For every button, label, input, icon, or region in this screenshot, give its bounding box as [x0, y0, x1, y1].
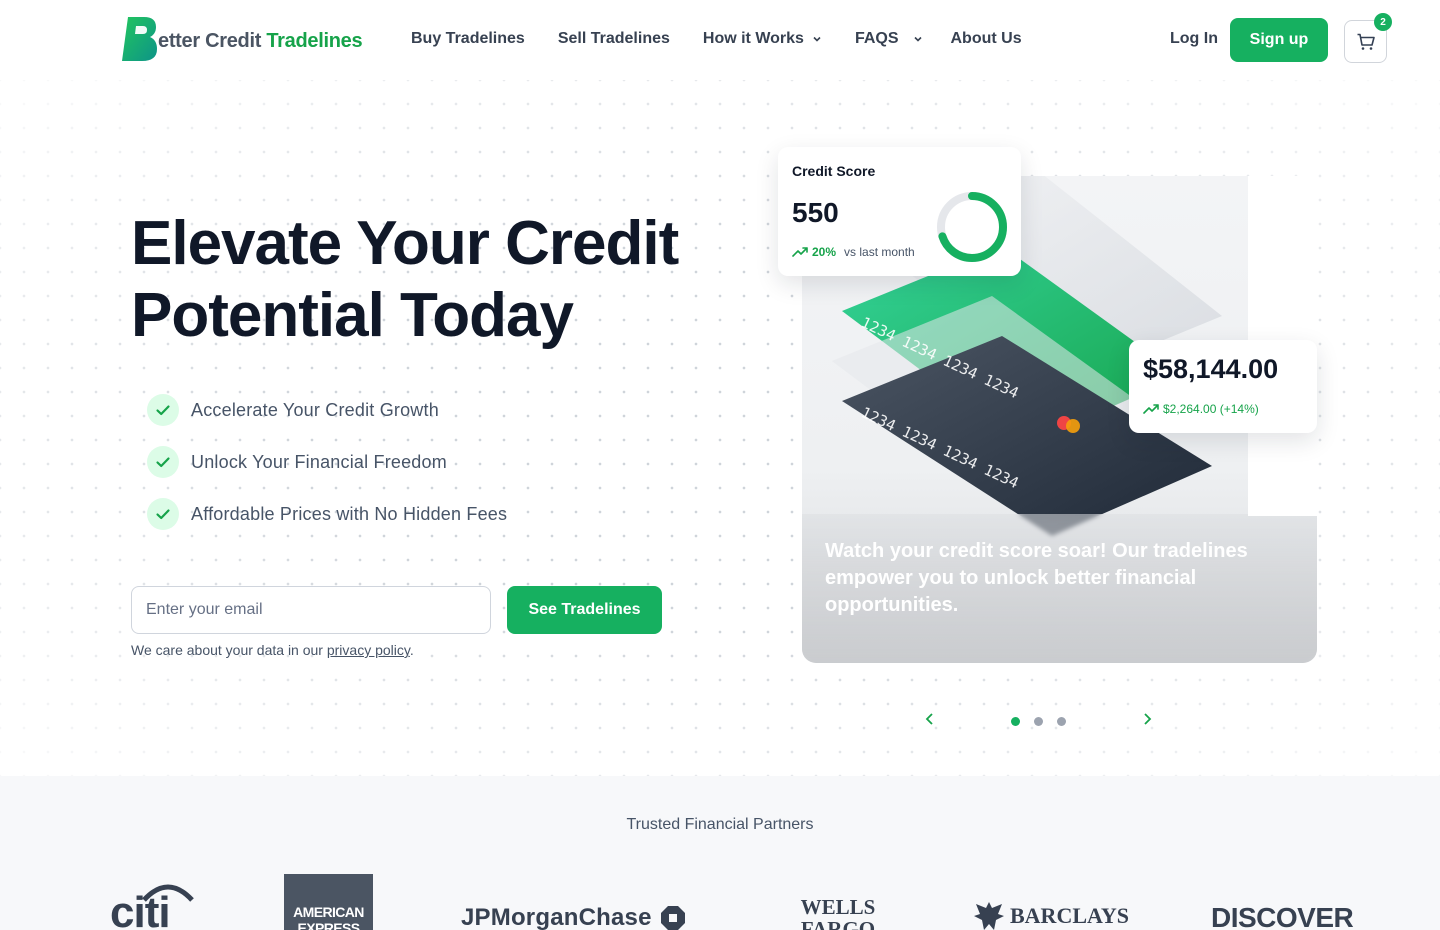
partner-logo-amex: AMERICAN EXPRESS	[284, 874, 373, 930]
nav-link-about-us[interactable]: About Us	[951, 30, 1022, 48]
balance-value: $58,144.00	[1143, 354, 1279, 384]
privacy-note: We care about your data in our privacy p…	[131, 642, 414, 658]
carousel-prev-button[interactable]	[922, 710, 938, 731]
check-icon	[147, 498, 179, 530]
credit-score-title: Credit Score	[792, 163, 876, 179]
carousel-dots	[1011, 717, 1066, 726]
nav-link-buy-tradelines[interactable]: Buy Tradelines	[411, 30, 525, 48]
feature-item: Affordable Prices with No Hidden Fees	[147, 498, 507, 530]
credit-score-trend: 20% vs last month	[792, 245, 915, 259]
credit-score-value: 550	[792, 197, 839, 228]
partner-logo-wells-fargo: WELLS FARGO	[800, 895, 876, 930]
cart-button[interactable]: 2	[1344, 13, 1392, 63]
shopping-cart-icon	[1357, 33, 1375, 50]
carousel-dot[interactable]	[1011, 717, 1020, 726]
credit-score-ring	[937, 192, 1007, 262]
partner-logo-discover: DISCOVER	[1211, 902, 1354, 930]
brand-logo-icon	[122, 17, 157, 61]
feature-text: Unlock Your Financial Freedom	[191, 451, 447, 472]
partners-title: Trusted Financial Partners	[626, 816, 814, 833]
chevron-down-icon	[813, 36, 821, 42]
signup-button[interactable]: Sign up	[1230, 18, 1328, 62]
trend-up-icon	[792, 247, 808, 257]
illustration-caption: Watch your credit score soar! Our tradel…	[825, 540, 1248, 616]
check-icon	[147, 446, 179, 478]
nav-link-how-it-works[interactable]: How it Works	[703, 30, 822, 48]
chevron-right-icon	[1144, 713, 1152, 725]
feature-text: Affordable Prices with No Hidden Fees	[191, 503, 508, 524]
privacy-policy-link[interactable]: privacy policy	[327, 642, 410, 658]
illustration-caption-panel: Watch your credit score soar! Our tradel…	[802, 514, 1317, 663]
balance-trend: $2,264.00 (+14%)	[1143, 402, 1259, 416]
brand-logo[interactable]: etter Credit Tradelines	[122, 16, 363, 62]
check-icon	[147, 394, 179, 426]
partner-logo-barclays: BARCLAYS	[972, 900, 1129, 930]
trend-up-icon	[1143, 404, 1159, 414]
carousel-dot[interactable]	[1034, 717, 1043, 726]
balance-card: $58,144.00 $2,264.00 (+14%)	[1129, 340, 1317, 433]
nav-link-faqs[interactable]: FAQS	[855, 30, 923, 48]
chevron-down-icon	[913, 36, 922, 42]
partner-logo-citi: citi	[110, 884, 194, 930]
brand-name: etter Credit Tradelines	[158, 29, 363, 52]
email-input[interactable]	[131, 586, 491, 634]
partners-section: Trusted Financial Partners citi AMERICAN…	[0, 776, 1440, 930]
feature-list: Accelerate Your Credit Growth Unlock You…	[147, 394, 507, 550]
see-tradelines-button[interactable]: See Tradelines	[507, 586, 662, 634]
hero-section: Elevate Your Credit Potential Today Accel…	[0, 80, 1440, 776]
partner-logo-jpmorgan: JPMorganChase	[461, 904, 686, 930]
chevron-left-icon	[925, 713, 933, 725]
cart-count-badge: 2	[1374, 13, 1392, 31]
top-navigation: etter Credit Tradelines Buy Tradelines S…	[0, 0, 1440, 80]
chase-octagon-icon	[660, 906, 685, 930]
feature-item: Unlock Your Financial Freedom	[147, 446, 507, 478]
feature-text: Accelerate Your Credit Growth	[191, 399, 439, 420]
hero-headline: Elevate Your Credit Potential Today	[131, 209, 679, 350]
nav-link-sell-tradelines[interactable]: Sell Tradelines	[558, 30, 670, 48]
nav-links: Buy Tradelines Sell Tradelines How it Wo…	[411, 30, 1022, 48]
credit-score-card: Credit Score 550 20% vs last month	[778, 147, 1021, 276]
eagle-icon	[974, 902, 1004, 930]
login-link[interactable]: Log In	[1170, 30, 1218, 48]
feature-item: Accelerate Your Credit Growth	[147, 394, 507, 426]
carousel-next-button[interactable]	[1139, 710, 1155, 731]
carousel-dot[interactable]	[1057, 717, 1066, 726]
